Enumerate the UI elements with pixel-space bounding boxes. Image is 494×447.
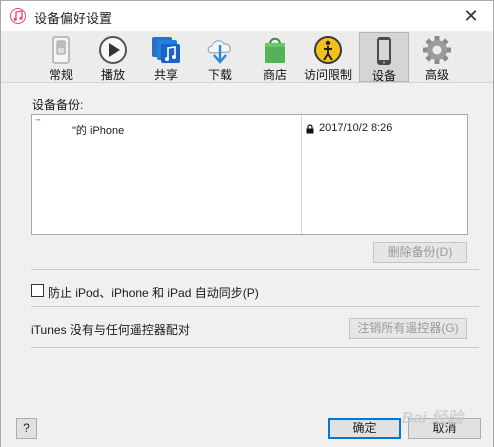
help-button[interactable]: ?: [16, 418, 37, 439]
title-bar: 设备偏好设置 ✕: [1, 1, 493, 31]
tab-restrictions-label: 访问限制: [304, 68, 353, 82]
tab-downloads[interactable]: 下载: [196, 32, 244, 82]
device-preferences-window: 设备偏好设置 ✕ 常规 播放 共享 下载 商店 访问限制 设备 高级 设备备份:…: [0, 0, 494, 447]
ok-button[interactable]: 确定: [328, 418, 401, 439]
column-divider: [301, 115, 302, 234]
itunes-app-icon: [10, 8, 26, 24]
delete-backup-button[interactable]: 删除备份(D): [373, 242, 467, 263]
gear-icon: [421, 35, 453, 65]
close-button[interactable]: ✕: [459, 5, 483, 27]
window-title: 设备偏好设置: [34, 11, 113, 26]
tab-store[interactable]: 商店: [251, 32, 299, 82]
divider: [31, 347, 479, 348]
tab-devices-label: 设备: [371, 69, 396, 83]
remote-pairing-status: iTunes 没有与任何遥控器配对: [31, 323, 190, 337]
device-phone-icon: [368, 36, 400, 66]
tab-playback-label: 播放: [100, 68, 125, 82]
tab-devices[interactable]: 设备: [359, 32, 409, 83]
play-icon: [97, 35, 129, 65]
tab-advanced-label: 高级: [424, 68, 449, 82]
tab-store-label: 商店: [262, 68, 287, 82]
tab-downloads-label: 下载: [207, 68, 232, 82]
prevent-auto-sync-checkbox[interactable]: [31, 284, 44, 297]
tab-restrictions[interactable]: 访问限制: [304, 32, 352, 82]
divider: [31, 269, 479, 270]
preferences-toolbar: 常规 播放 共享 下载 商店 访问限制 设备 高级: [1, 31, 493, 83]
backup-row-device-name[interactable]: "的 iPhone: [72, 122, 124, 138]
lock-icon: [306, 123, 314, 134]
parental-controls-icon: [312, 35, 344, 65]
music-sharing-icon: [150, 35, 182, 65]
watermark-text: Bai 经验: [401, 410, 463, 427]
general-switch-icon: [45, 35, 77, 65]
tab-sharing[interactable]: 共享: [142, 32, 190, 82]
tab-playback[interactable]: 播放: [89, 32, 137, 82]
tab-general-label: 常规: [48, 68, 73, 82]
cloud-download-icon: [204, 35, 236, 65]
divider: [31, 306, 479, 307]
tab-sharing-label: 共享: [153, 68, 178, 82]
tab-advanced[interactable]: 高级: [413, 32, 461, 82]
device-backups-label: 设备备份:: [32, 98, 84, 112]
shopping-bag-icon: [259, 35, 291, 65]
prevent-auto-sync-label[interactable]: 防止 iPod、iPhone 和 iPad 自动同步(P): [48, 284, 259, 301]
backup-list[interactable]: ‵‵ "的 iPhone 2017/10/2 8:26: [31, 114, 468, 235]
unpair-remotes-button[interactable]: 注销所有遥控器(G): [349, 318, 467, 339]
backup-row-date: 2017/10/2 8:26: [319, 122, 393, 134]
tab-general[interactable]: 常规: [37, 32, 85, 82]
backup-row-marker: ‵‵: [36, 118, 41, 129]
